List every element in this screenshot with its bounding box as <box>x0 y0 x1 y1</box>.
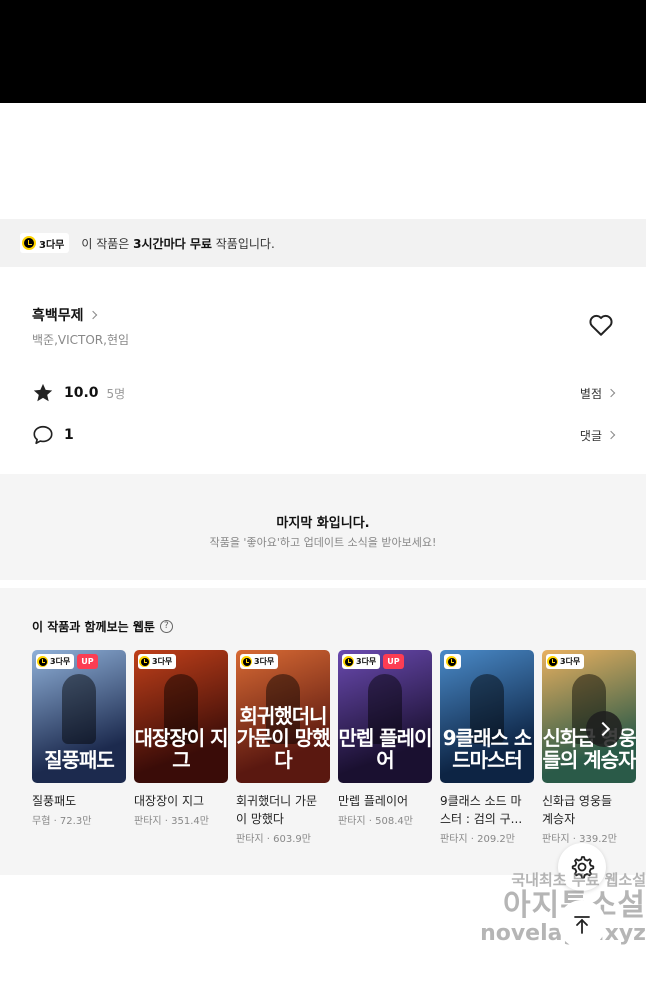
webtoon-thumbnail[interactable]: 신화급 영웅들의 계승자3다무 <box>542 650 636 783</box>
rating-count: 5명 <box>106 386 126 401</box>
free-badge: 3다무 <box>546 654 585 669</box>
webtoon-meta: 판타지 · 603.9만 <box>236 834 311 845</box>
card-badges: 3다무 <box>546 654 585 669</box>
card-badges <box>444 654 461 669</box>
free-badge: 3다무 <box>36 654 75 669</box>
rating-link[interactable]: 별점 <box>580 385 616 402</box>
comment-count: 1 <box>64 427 74 443</box>
webtoon-title: 만렙 플레이어 <box>338 794 409 808</box>
webtoon-meta: 판타지 · 209.2만 <box>440 834 515 845</box>
cover-title-art: 질풍패도 <box>44 748 115 772</box>
rating-row: 10.0 5명 별점 <box>32 381 616 405</box>
webtoon-meta: 판타지 · 351.4만 <box>134 816 209 827</box>
card-badges: 3다무 <box>240 654 279 669</box>
clock-icon <box>22 236 36 250</box>
rating-score: 10.0 <box>64 385 99 401</box>
help-icon[interactable]: ? <box>159 620 173 633</box>
cover-title-art: 대장장이 지그 <box>134 726 228 772</box>
cover-title-art: 만렙 플레이어 <box>338 726 432 772</box>
work-title-link[interactable]: 흑백무제 <box>32 305 97 325</box>
webtoon-thumbnail[interactable]: 9클래스 소드마스터 <box>440 650 534 783</box>
webtoon-meta: 판타지 · 508.4만 <box>338 816 413 827</box>
star-icon <box>33 383 53 402</box>
recommendations-section: 이 작품과 함께보는 웹툰 ? 질풍패도 3다무 UP 질풍패도 무협 · 72.3만 대… <box>0 588 646 875</box>
webtoon-title: 신화급 영웅들 계승자 <box>542 794 613 826</box>
card-badges: 3다무 UP <box>342 654 404 669</box>
webtoon-thumbnail[interactable]: 만렙 플레이어 3다무 UP <box>338 650 432 783</box>
work-info: 흑백무제 백준,VICTOR,현임 10.0 5명 별점 1 댓글 <box>0 267 646 467</box>
clock-icon <box>241 656 252 667</box>
card-badges: 3다무 UP <box>36 654 98 669</box>
up-badge: UP <box>383 654 404 669</box>
webtoon-thumbnail[interactable]: 질풍패도 3다무 UP <box>32 650 126 783</box>
webtoon-card[interactable]: 신화급 영웅들의 계승자3다무신화급 영웅들계승자판타지 · 339.2만 <box>542 650 636 845</box>
carousel-next-button[interactable] <box>586 711 622 747</box>
card-badges: 3다무 <box>138 654 177 669</box>
comment-link[interactable]: 댓글 <box>580 427 616 444</box>
comment-row: 1 댓글 <box>32 423 616 447</box>
webtoon-title: 회귀했더니 가문 이 망했다 <box>236 794 318 826</box>
chevron-right-icon <box>606 430 616 440</box>
free-badge: 3다무 <box>138 654 177 669</box>
webtoon-title: 질풍패도 <box>32 794 77 808</box>
comment-icon <box>33 425 53 445</box>
heart-icon[interactable] <box>588 313 614 337</box>
cover-title-art: 9클래스 소드마스터 <box>442 726 532 772</box>
webtoon-card[interactable]: 회귀했더니 가문이 망했다 3다무회귀했더니 가문 이 망했다판타지 · 603.9… <box>236 650 330 845</box>
webtoon-thumbnail[interactable]: 회귀했더니 가문이 망했다 3다무 <box>236 650 330 783</box>
up-badge: UP <box>77 654 98 669</box>
watermark: 국내최초 무료 웹소설 아지툰소설 novelagit.xyz <box>480 871 646 945</box>
clock-icon <box>37 656 48 667</box>
clock-icon <box>343 656 354 667</box>
cover-title-art: 회귀했더니 가문이 망했다 <box>236 704 330 772</box>
webtoon-meta: 무협 · 72.3만 <box>32 816 92 827</box>
scroll-top-button[interactable] <box>558 900 606 948</box>
webtoon-card[interactable]: 대장장이 지그 3다무대장장이 지그판타지 · 351.4만 <box>134 650 228 827</box>
webtoon-title: 9클래스 소드 마 스터 : 검의 구... <box>440 794 523 826</box>
webtoon-title: 대장장이 지그 <box>134 794 205 808</box>
recommendations-heading: 이 작품과 함께보는 웹툰 ? <box>32 618 173 635</box>
free-badge: 3다무 <box>240 654 279 669</box>
last-episode-title: 마지막 화입니다. <box>276 516 370 531</box>
free-notice-bar: 3다무 이 작품은 3시간마다 무료 작품입니다. <box>0 219 646 267</box>
free-badge: 3다무 <box>342 654 381 669</box>
webtoon-card[interactable]: 9클래스 소드마스터 9클래스 소드 마 스터 : 검의 구... 판타지 · 209… <box>440 650 534 845</box>
last-episode-subtitle: 작품을 '좋아요'하고 업데이트 소식을 받아보세요! <box>209 536 437 549</box>
video-area <box>0 0 646 103</box>
clock-icon <box>547 656 558 667</box>
chevron-right-icon <box>606 388 616 398</box>
character-figure <box>62 674 96 744</box>
webtoon-thumbnail[interactable]: 대장장이 지그 3다무 <box>134 650 228 783</box>
free-badge <box>444 654 461 669</box>
work-title: 흑백무제 <box>32 308 84 324</box>
arrow-up-icon <box>574 916 590 934</box>
clock-icon <box>139 656 150 667</box>
free-badge: 3다무 <box>20 233 70 253</box>
work-authors: 백준,VICTOR,현임 <box>32 333 130 347</box>
notice-text: 이 작품은 3시간마다 무료 작품입니다. <box>81 236 275 251</box>
chevron-right-icon <box>88 310 97 320</box>
last-episode-panel: 마지막 화입니다. 작품을 '좋아요'하고 업데이트 소식을 받아보세요! <box>0 474 646 580</box>
webtoon-card[interactable]: 질풍패도 3다무 UP 질풍패도무협 · 72.3만 <box>32 650 126 827</box>
webtoon-card[interactable]: 만렙 플레이어 3다무 UP 만렙 플레이어판타지 · 508.4만 <box>338 650 432 827</box>
clock-icon <box>446 656 457 667</box>
